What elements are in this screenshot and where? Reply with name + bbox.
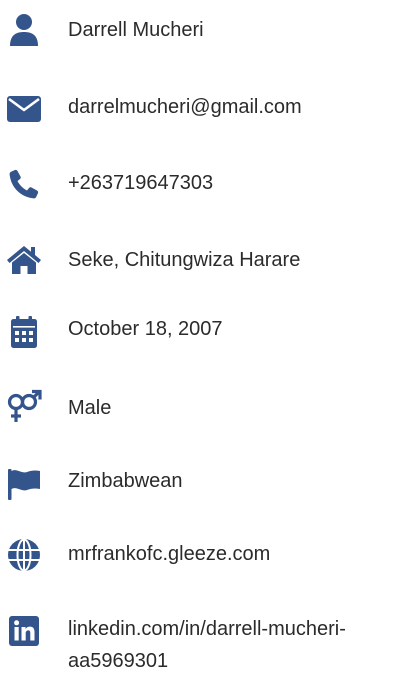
calendar-icon	[6, 314, 42, 350]
contact-phone[interactable]: +263719647303	[68, 170, 213, 196]
user-icon	[6, 12, 42, 48]
home-icon	[6, 241, 42, 277]
phone-icon	[6, 166, 42, 202]
contact-website[interactable]: mrfrankofc.gleeze.com	[68, 541, 270, 567]
contact-nationality: Zimbabwean	[68, 470, 183, 492]
flag-icon	[6, 466, 42, 502]
globe-icon	[6, 537, 42, 573]
venus-mars-icon	[6, 389, 42, 425]
contact-name: Darrell Mucheri	[68, 19, 204, 41]
contact-info-list: Darrell Mucheri darrelmucheri@gmail.com …	[0, 0, 417, 675]
contact-linkedin[interactable]: linkedin.com/in/darrell-mucheri-aa596930…	[68, 613, 413, 675]
contact-email[interactable]: darrelmucheri@gmail.com	[68, 94, 302, 120]
contact-gender: Male	[68, 397, 112, 419]
contact-birthdate: October 18, 2007	[68, 318, 223, 340]
envelope-icon	[6, 91, 42, 127]
linkedin-icon	[6, 613, 42, 649]
contact-address: Seke, Chitungwiza Harare	[68, 249, 301, 271]
